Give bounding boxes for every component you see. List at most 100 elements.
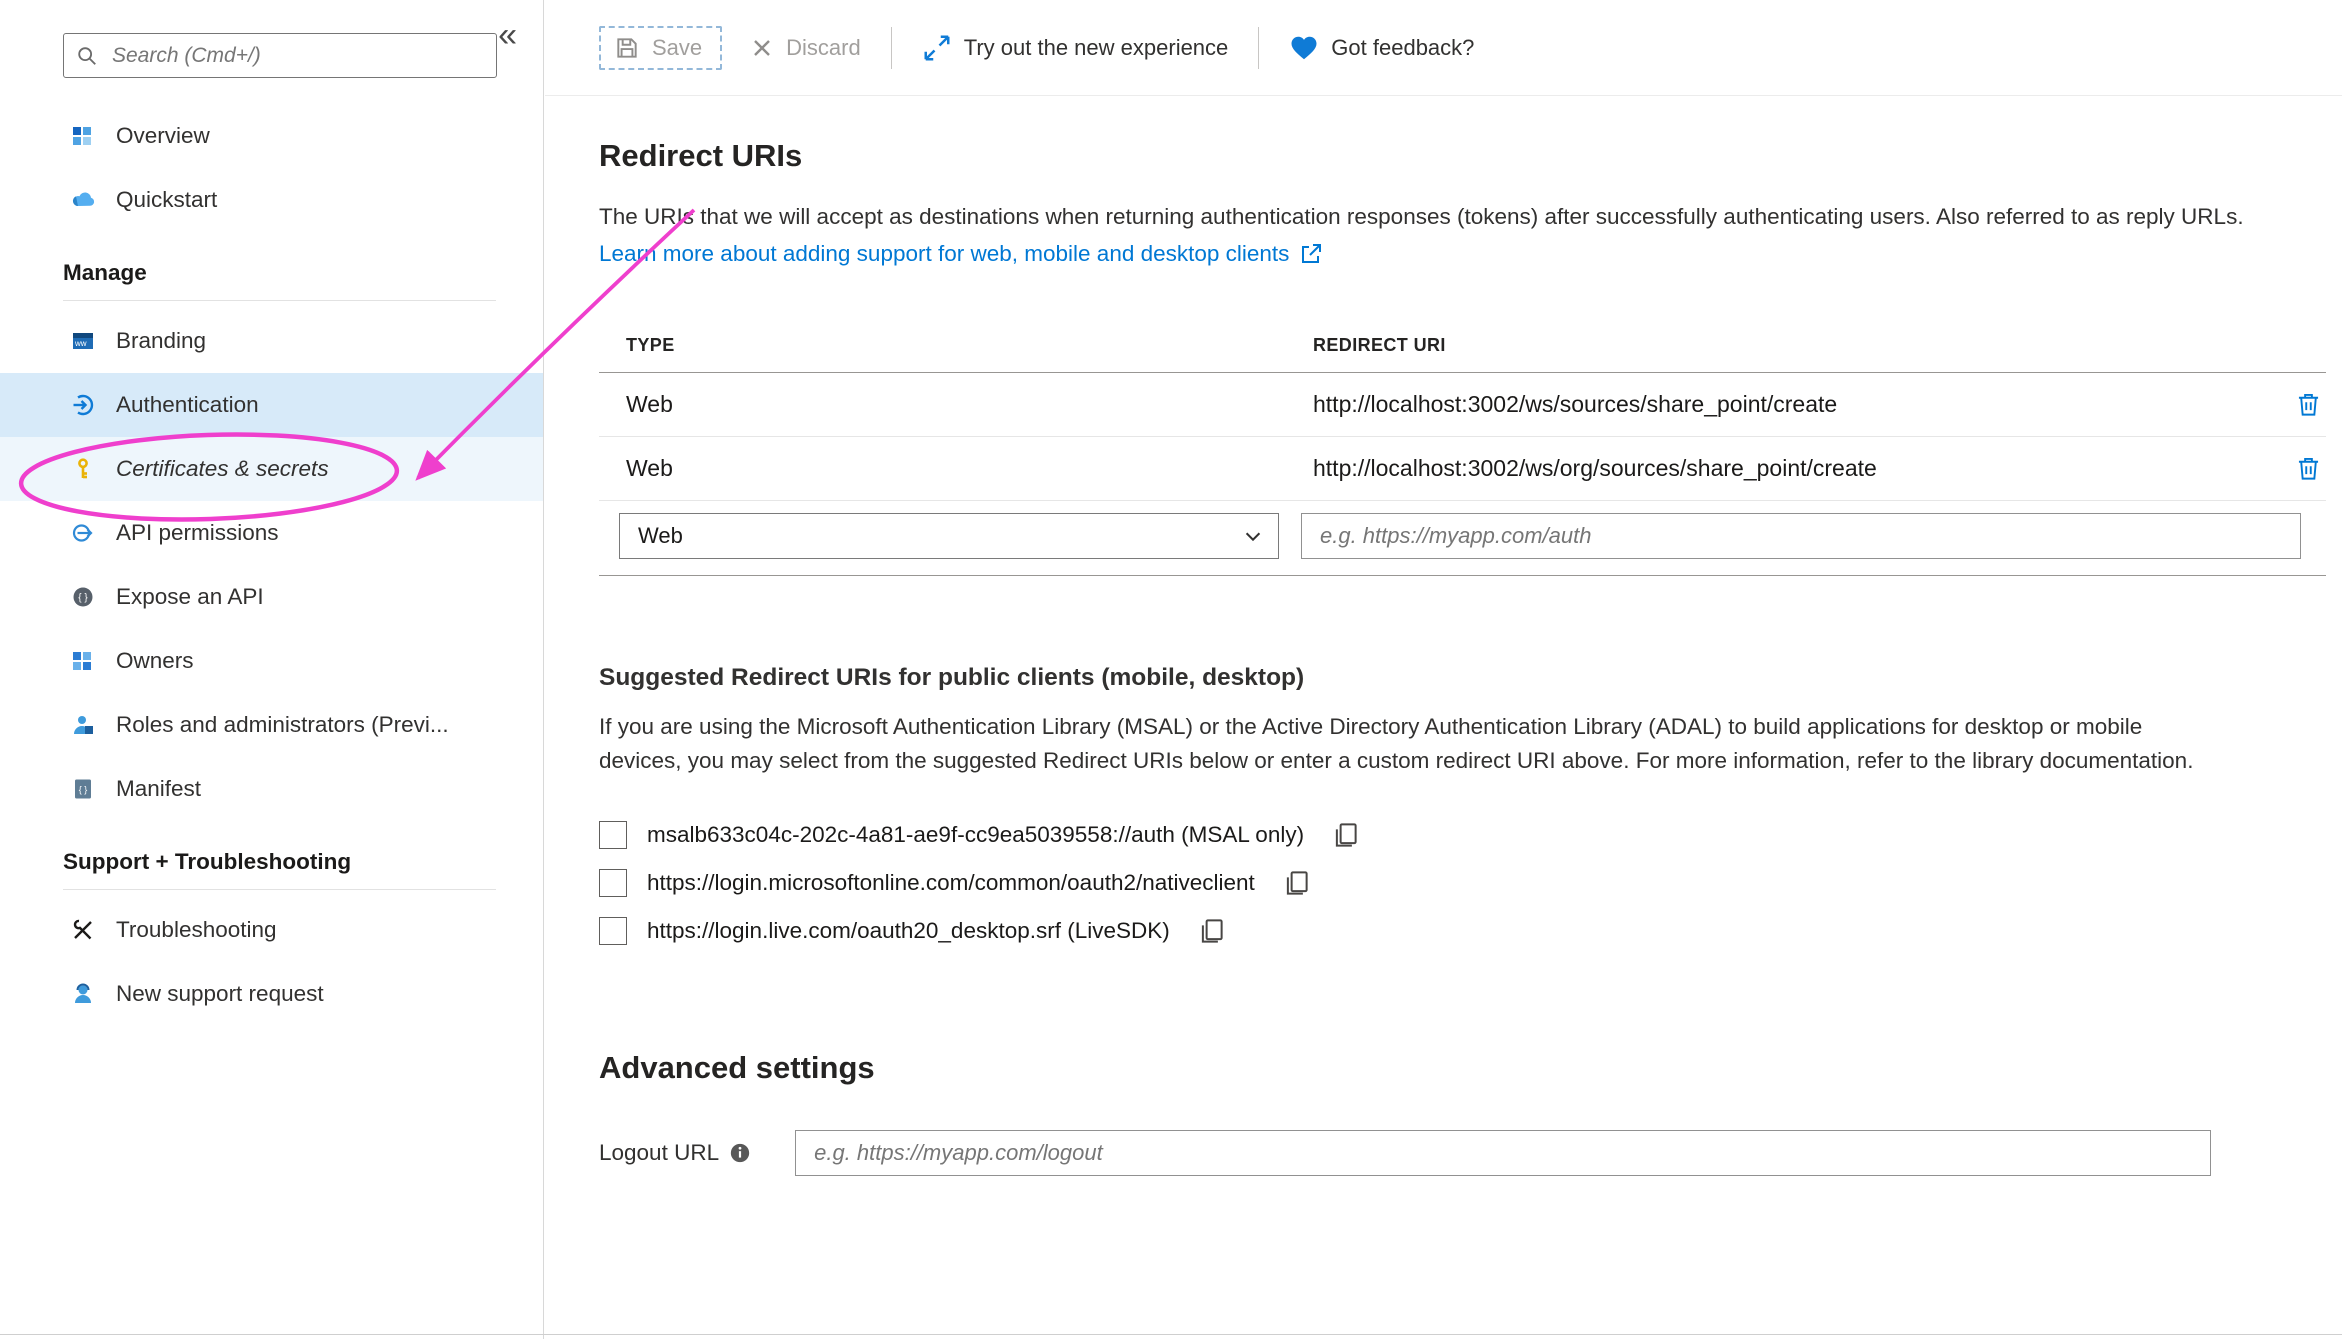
- try-new-experience-icon: [922, 33, 952, 63]
- owners-icon: [70, 648, 96, 674]
- page-title: Redirect URIs: [599, 138, 2324, 174]
- sidebar: « Overview Quickstart Manage ww Br: [0, 0, 544, 1339]
- logout-url-row: Logout URL: [599, 1130, 2324, 1176]
- logout-url-label: Logout URL: [599, 1140, 719, 1166]
- suggested-title: Suggested Redirect URIs for public clien…: [599, 664, 2324, 692]
- sidebar-item-label: Overview: [116, 123, 210, 149]
- copy-button[interactable]: [1196, 916, 1226, 946]
- checkbox[interactable]: [599, 917, 627, 945]
- sidebar-item-api-permissions[interactable]: API permissions: [0, 501, 543, 565]
- collapse-sidebar-icon[interactable]: «: [498, 18, 517, 52]
- sidebar-section-support: Support + Troubleshooting: [0, 821, 543, 889]
- info-icon[interactable]: [729, 1142, 751, 1164]
- sidebar-item-manifest[interactable]: { } Manifest: [0, 757, 543, 821]
- sidebar-item-overview[interactable]: Overview: [0, 104, 543, 168]
- expose-api-icon: { }: [70, 584, 96, 610]
- heart-icon: [1289, 33, 1319, 63]
- manifest-icon: { }: [70, 776, 96, 802]
- command-bar: Save Discard Try out the new experience: [545, 0, 2342, 96]
- new-redirect-uri-input[interactable]: [1301, 513, 2301, 559]
- table-row: Web http://localhost:3002/ws/sources/sha…: [599, 373, 2326, 437]
- sidebar-item-expose-api[interactable]: { } Expose an API: [0, 565, 543, 629]
- toolbar-separator: [891, 27, 892, 69]
- delete-uri-button[interactable]: [2295, 391, 2322, 418]
- learn-more-label: Learn more about adding support for web,…: [599, 241, 1289, 267]
- suggested-option-row: msalb633c04c-202c-4a81-ae9f-cc9ea5039558…: [599, 820, 2324, 850]
- sidebar-item-troubleshooting[interactable]: Troubleshooting: [0, 898, 543, 962]
- checkbox[interactable]: [599, 821, 627, 849]
- sidebar-item-roles-administrators[interactable]: Roles and administrators (Previ...: [0, 693, 543, 757]
- sidebar-item-label: Owners: [116, 648, 194, 674]
- cell-redirect-uri: http://localhost:3002/ws/sources/share_p…: [1313, 391, 2262, 418]
- save-button[interactable]: Save: [599, 26, 722, 70]
- external-link-icon: [1299, 242, 1323, 266]
- suggested-section: Suggested Redirect URIs for public clien…: [599, 664, 2324, 946]
- copy-icon: [1196, 916, 1226, 946]
- sidebar-section-manage: Manage: [0, 232, 543, 300]
- delete-uri-button[interactable]: [2295, 455, 2322, 482]
- copy-icon: [1281, 868, 1311, 898]
- uri-type-selected-value: Web: [638, 523, 683, 549]
- sidebar-item-certificates-secrets[interactable]: Certificates & secrets: [0, 437, 543, 501]
- svg-text:{ }: { }: [79, 785, 88, 795]
- advanced-settings-title: Advanced settings: [599, 1050, 2324, 1086]
- sidebar-item-label: Roles and administrators (Previ...: [116, 712, 449, 738]
- feedback-button[interactable]: Got feedback?: [1289, 33, 1474, 63]
- toolbar-separator: [1258, 27, 1259, 69]
- suggested-option-label: https://login.microsoftonline.com/common…: [647, 870, 1255, 896]
- uri-type-select[interactable]: Web: [619, 513, 1279, 559]
- learn-more-link[interactable]: Learn more about adding support for web,…: [599, 241, 1323, 267]
- suggested-option-row: https://login.live.com/oauth20_desktop.s…: [599, 916, 2324, 946]
- discard-button[interactable]: Discard: [750, 35, 861, 61]
- sidebar-item-label: Authentication: [116, 392, 259, 418]
- quickstart-icon: [70, 187, 96, 213]
- cell-type: Web: [599, 391, 1313, 418]
- save-label: Save: [652, 35, 702, 61]
- content: Redirect URIs The URIs that we will acce…: [545, 96, 2342, 1176]
- try-new-experience-button[interactable]: Try out the new experience: [922, 33, 1229, 63]
- sidebar-item-label: Certificates & secrets: [116, 456, 329, 482]
- bottom-divider: [0, 1334, 2342, 1335]
- copy-button[interactable]: [1281, 868, 1311, 898]
- advanced-settings-section: Advanced settings Logout URL: [599, 1050, 2324, 1176]
- cell-redirect-uri: http://localhost:3002/ws/org/sources/sha…: [1313, 455, 2262, 482]
- checkbox[interactable]: [599, 869, 627, 897]
- sidebar-item-owners[interactable]: Owners: [0, 629, 543, 693]
- sidebar-divider: [63, 300, 496, 301]
- search-input[interactable]: [110, 43, 484, 69]
- chevron-down-icon: [1242, 525, 1264, 547]
- api-permissions-icon: [70, 520, 96, 546]
- sidebar-item-branding[interactable]: ww Branding: [0, 309, 543, 373]
- copy-button[interactable]: [1330, 820, 1360, 850]
- sidebar-search: [63, 33, 497, 78]
- suggested-description: If you are using the Microsoft Authentic…: [599, 710, 2199, 778]
- sidebar-item-new-support-request[interactable]: New support request: [0, 962, 543, 1026]
- copy-icon: [1330, 820, 1360, 850]
- table-row: Web http://localhost:3002/ws/org/sources…: [599, 437, 2326, 501]
- sidebar-item-label: API permissions: [116, 520, 279, 546]
- discard-icon: [750, 36, 774, 60]
- authentication-icon: [70, 392, 96, 418]
- cell-type: Web: [599, 455, 1313, 482]
- sidebar-item-authentication[interactable]: Authentication: [0, 373, 543, 437]
- column-header-type: TYPE: [599, 335, 1313, 356]
- svg-text:{ }: { }: [78, 593, 88, 604]
- svg-text:ww: ww: [74, 339, 87, 348]
- suggested-option-label: https://login.live.com/oauth20_desktop.s…: [647, 918, 1170, 944]
- azure-portal-page: « Overview Quickstart Manage ww Br: [0, 0, 2342, 1339]
- sidebar-item-label: New support request: [116, 981, 324, 1007]
- sidebar-item-quickstart[interactable]: Quickstart: [0, 168, 543, 232]
- main-pane: Save Discard Try out the new experience: [545, 0, 2342, 1339]
- sidebar-item-label: Expose an API: [116, 584, 264, 610]
- suggested-option-row: https://login.microsoftonline.com/common…: [599, 868, 2324, 898]
- logout-url-input[interactable]: [795, 1130, 2211, 1176]
- troubleshooting-icon: [70, 917, 96, 943]
- trash-icon: [2295, 455, 2322, 482]
- try-new-experience-label: Try out the new experience: [964, 35, 1229, 61]
- feedback-label: Got feedback?: [1331, 35, 1474, 61]
- redirect-uri-table: TYPE REDIRECT URI Web http://localhost:3…: [599, 319, 2326, 576]
- sidebar-item-label: Quickstart: [116, 187, 217, 213]
- discard-label: Discard: [786, 35, 861, 61]
- sidebar-item-label: Troubleshooting: [116, 917, 277, 943]
- roles-icon: [70, 712, 96, 738]
